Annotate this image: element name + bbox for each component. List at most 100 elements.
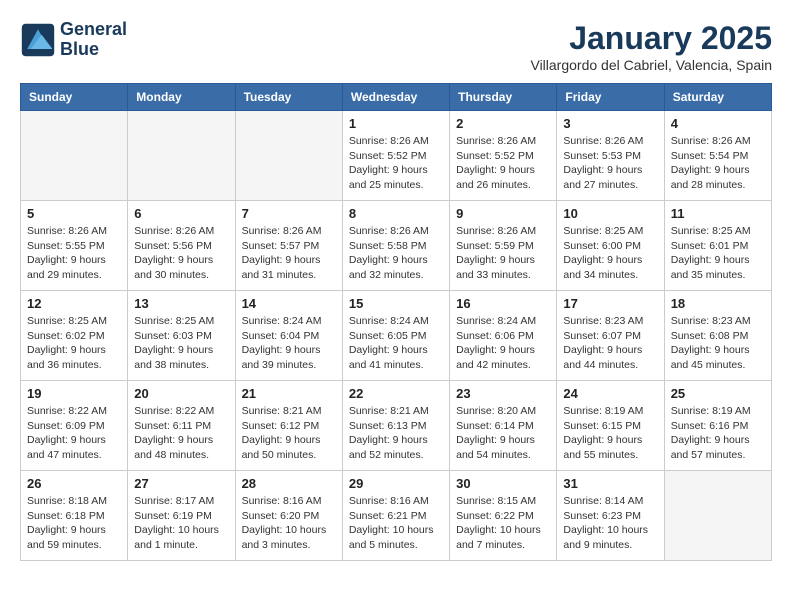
day-info: Sunrise: 8:25 AMSunset: 6:03 PMDaylight:… (134, 314, 228, 373)
day-number: 26 (27, 476, 121, 491)
calendar-cell: 15Sunrise: 8:24 AMSunset: 6:05 PMDayligh… (342, 291, 449, 381)
day-info: Sunrise: 8:25 AMSunset: 6:02 PMDaylight:… (27, 314, 121, 373)
logo: General Blue (20, 20, 127, 60)
calendar-cell: 31 Sunrise: 8:14 AMSunset: 6:23 PMDayligh… (557, 471, 664, 561)
day-info: Sunrise: 8:26 AMSunset: 5:52 PMDaylight:… (349, 134, 443, 193)
day-info: Sunrise: 8:21 AMSunset: 6:13 PMDaylight:… (349, 404, 443, 463)
calendar-cell (21, 111, 128, 201)
day-number: 31 (563, 476, 657, 491)
day-number: 25 (671, 386, 765, 401)
calendar-cell: 9Sunrise: 8:26 AMSunset: 5:59 PMDaylight… (450, 201, 557, 291)
day-info: Sunrise: 8:26 AMSunset: 5:55 PMDaylight:… (27, 224, 121, 283)
day-info: Sunrise: 8:15 AMSunset: 6:22 PMDaylight:… (456, 494, 550, 553)
week-row: 26 Sunrise: 8:18 AMSunset: 6:18 PMDayligh… (21, 471, 772, 561)
calendar-cell: 7 Sunrise: 8:26 AMSunset: 5:57 PMDaylight… (235, 201, 342, 291)
day-number: 5 (27, 206, 121, 221)
day-number: 19 (27, 386, 121, 401)
calendar-cell: 5 Sunrise: 8:26 AMSunset: 5:55 PMDaylight… (21, 201, 128, 291)
day-number: 7 (242, 206, 336, 221)
week-row: 12 Sunrise: 8:25 AMSunset: 6:02 PMDayligh… (21, 291, 772, 381)
day-info: Sunrise: 8:19 AMSunset: 6:15 PMDaylight:… (563, 404, 657, 463)
day-info: Sunrise: 8:26 AMSunset: 5:53 PMDaylight:… (563, 134, 657, 193)
calendar-cell: 4 Sunrise: 8:26 AMSunset: 5:54 PMDaylight… (664, 111, 771, 201)
day-number: 10 (563, 206, 657, 221)
day-number: 8 (349, 206, 443, 221)
day-info: Sunrise: 8:18 AMSunset: 6:18 PMDaylight:… (27, 494, 121, 553)
calendar-cell: 2 Sunrise: 8:26 AMSunset: 5:52 PMDaylight… (450, 111, 557, 201)
day-number: 29 (349, 476, 443, 491)
calendar-cell: 26 Sunrise: 8:18 AMSunset: 6:18 PMDayligh… (21, 471, 128, 561)
day-number: 22 (349, 386, 443, 401)
day-info: Sunrise: 8:26 AMSunset: 5:57 PMDaylight:… (242, 224, 336, 283)
calendar-cell: 11 Sunrise: 8:25 AMSunset: 6:01 PMDayligh… (664, 201, 771, 291)
day-info: Sunrise: 8:22 AMSunset: 6:09 PMDaylight:… (27, 404, 121, 463)
calendar-cell: 1 Sunrise: 8:26 AMSunset: 5:52 PMDaylight… (342, 111, 449, 201)
calendar-cell: 20 Sunrise: 8:22 AMSunset: 6:11 PMDayligh… (128, 381, 235, 471)
day-number: 24 (563, 386, 657, 401)
calendar-cell: 29 Sunrise: 8:16 AMSunset: 6:21 PMDayligh… (342, 471, 449, 561)
weekday-header: Saturday (664, 84, 771, 111)
calendar-cell: 12 Sunrise: 8:25 AMSunset: 6:02 PMDayligh… (21, 291, 128, 381)
day-info: Sunrise: 8:23 AMSunset: 6:07 PMDaylight:… (563, 314, 657, 373)
day-number: 6 (134, 206, 228, 221)
logo-text: General Blue (60, 20, 127, 60)
calendar-cell (235, 111, 342, 201)
day-number: 2 (456, 116, 550, 131)
day-number: 20 (134, 386, 228, 401)
weekday-header: Thursday (450, 84, 557, 111)
calendar-cell: 6 Sunrise: 8:26 AMSunset: 5:56 PMDaylight… (128, 201, 235, 291)
weekday-header: Sunday (21, 84, 128, 111)
calendar-cell: 3Sunrise: 8:26 AMSunset: 5:53 PMDaylight… (557, 111, 664, 201)
page-header: General Blue January 2025 Villargordo de… (20, 20, 772, 73)
day-info: Sunrise: 8:25 AMSunset: 6:00 PMDaylight:… (563, 224, 657, 283)
day-info: Sunrise: 8:17 AMSunset: 6:19 PMDaylight:… (134, 494, 228, 553)
calendar-cell: 23Sunrise: 8:20 AMSunset: 6:14 PMDayligh… (450, 381, 557, 471)
calendar-cell: 30 Sunrise: 8:15 AMSunset: 6:22 PMDayligh… (450, 471, 557, 561)
calendar-cell: 22 Sunrise: 8:21 AMSunset: 6:13 PMDayligh… (342, 381, 449, 471)
day-number: 9 (456, 206, 550, 221)
day-info: Sunrise: 8:16 AMSunset: 6:21 PMDaylight:… (349, 494, 443, 553)
week-row: 1 Sunrise: 8:26 AMSunset: 5:52 PMDaylight… (21, 111, 772, 201)
calendar-cell: 14Sunrise: 8:24 AMSunset: 6:04 PMDayligh… (235, 291, 342, 381)
day-info: Sunrise: 8:24 AMSunset: 6:05 PMDaylight:… (349, 314, 443, 373)
weekday-header: Tuesday (235, 84, 342, 111)
day-number: 4 (671, 116, 765, 131)
title-block: January 2025 Villargordo del Cabriel, Va… (530, 20, 772, 73)
day-number: 18 (671, 296, 765, 311)
calendar-cell: 21Sunrise: 8:21 AMSunset: 6:12 PMDayligh… (235, 381, 342, 471)
calendar-cell: 13 Sunrise: 8:25 AMSunset: 6:03 PMDayligh… (128, 291, 235, 381)
week-row: 5 Sunrise: 8:26 AMSunset: 5:55 PMDaylight… (21, 201, 772, 291)
calendar-cell: 18 Sunrise: 8:23 AMSunset: 6:08 PMDayligh… (664, 291, 771, 381)
day-info: Sunrise: 8:16 AMSunset: 6:20 PMDaylight:… (242, 494, 336, 553)
calendar-cell: 8Sunrise: 8:26 AMSunset: 5:58 PMDaylight… (342, 201, 449, 291)
calendar-cell: 16 Sunrise: 8:24 AMSunset: 6:06 PMDayligh… (450, 291, 557, 381)
location: Villargordo del Cabriel, Valencia, Spain (530, 57, 772, 73)
day-info: Sunrise: 8:26 AMSunset: 5:54 PMDaylight:… (671, 134, 765, 193)
logo-icon (20, 22, 56, 58)
day-info: Sunrise: 8:23 AMSunset: 6:08 PMDaylight:… (671, 314, 765, 373)
week-row: 19 Sunrise: 8:22 AMSunset: 6:09 PMDayligh… (21, 381, 772, 471)
day-number: 21 (242, 386, 336, 401)
day-number: 16 (456, 296, 550, 311)
day-number: 30 (456, 476, 550, 491)
day-number: 28 (242, 476, 336, 491)
day-number: 23 (456, 386, 550, 401)
weekday-header: Friday (557, 84, 664, 111)
day-number: 13 (134, 296, 228, 311)
day-info: Sunrise: 8:22 AMSunset: 6:11 PMDaylight:… (134, 404, 228, 463)
calendar-cell: 27Sunrise: 8:17 AMSunset: 6:19 PMDayligh… (128, 471, 235, 561)
calendar-cell: 24 Sunrise: 8:19 AMSunset: 6:15 PMDayligh… (557, 381, 664, 471)
day-number: 1 (349, 116, 443, 131)
day-info: Sunrise: 8:24 AMSunset: 6:06 PMDaylight:… (456, 314, 550, 373)
calendar-cell: 28 Sunrise: 8:16 AMSunset: 6:20 PMDayligh… (235, 471, 342, 561)
day-number: 12 (27, 296, 121, 311)
day-info: Sunrise: 8:26 AMSunset: 5:52 PMDaylight:… (456, 134, 550, 193)
weekday-header: Monday (128, 84, 235, 111)
day-number: 11 (671, 206, 765, 221)
day-info: Sunrise: 8:26 AMSunset: 5:56 PMDaylight:… (134, 224, 228, 283)
day-info: Sunrise: 8:19 AMSunset: 6:16 PMDaylight:… (671, 404, 765, 463)
day-info: Sunrise: 8:25 AMSunset: 6:01 PMDaylight:… (671, 224, 765, 283)
day-number: 14 (242, 296, 336, 311)
day-info: Sunrise: 8:14 AMSunset: 6:23 PMDaylight:… (563, 494, 657, 553)
calendar-cell: 10 Sunrise: 8:25 AMSunset: 6:00 PMDayligh… (557, 201, 664, 291)
